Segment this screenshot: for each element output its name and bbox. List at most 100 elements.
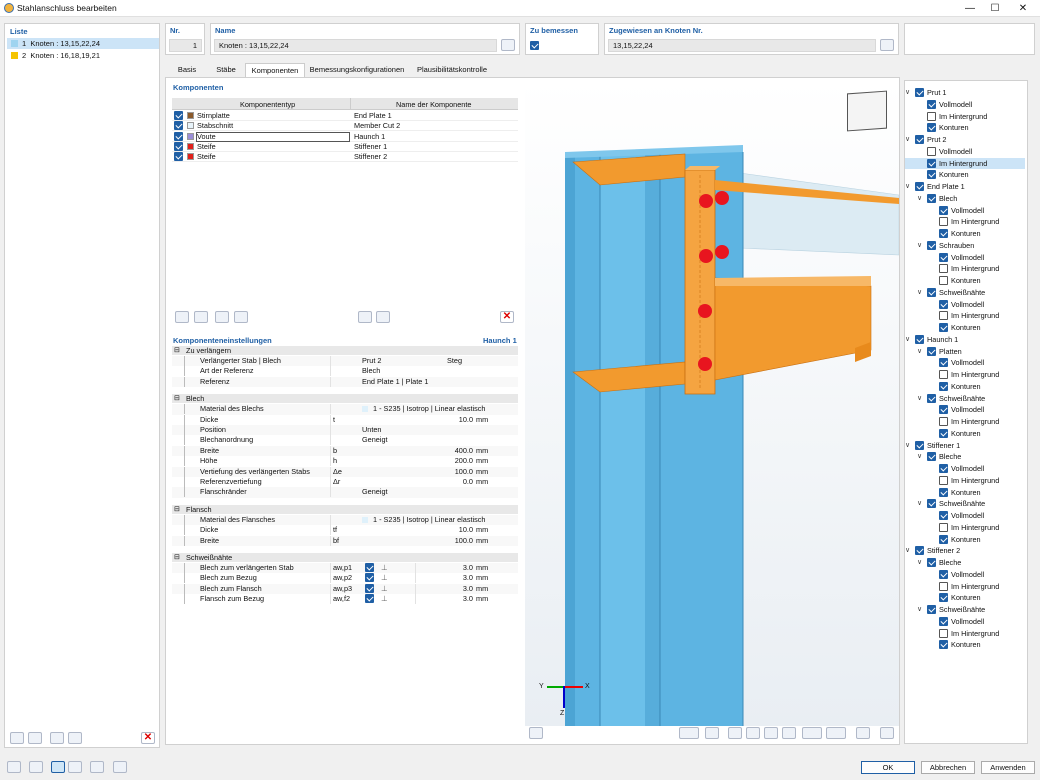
tree-checkbox[interactable] [939,534,948,544]
design-checkbox[interactable] [530,41,539,50]
tree-checkbox[interactable] [939,323,948,332]
weld-checkbox[interactable] [365,594,374,604]
tree-item[interactable]: ∨ Schweißnähte [905,287,1025,298]
tree-checkbox[interactable] [927,499,936,509]
setting-value[interactable]: Geneigt [362,487,388,497]
uncheck-all-button[interactable] [68,732,82,744]
tree-item[interactable]: ∨ Schweißnähte [905,604,1025,615]
settings-row[interactable]: Blech zum Flansch aw,p3 ⊥ 3.0 mm [172,583,518,595]
setting-numeric-value[interactable]: 200.0 [455,456,473,466]
tab-staebe[interactable]: Stäbe [207,63,245,77]
weld-checkbox[interactable] [365,563,374,572]
tree-checkbox[interactable] [939,381,948,391]
render-button[interactable] [705,727,719,739]
tree-item[interactable]: Konturen [905,322,1025,333]
weld-type-icon[interactable]: ⊥ [381,584,387,594]
component-checkbox[interactable] [174,141,183,151]
component-row[interactable]: Voute Haunch 1 [172,131,518,142]
settings-row[interactable]: Referenz End Plate 1 | Plate 1 [172,376,518,388]
tree-checkbox[interactable] [927,452,936,462]
tree-item[interactable]: Konturen [905,487,1025,498]
tree-checkbox[interactable] [939,252,948,262]
settings-group-header[interactable]: Flansch [172,504,518,514]
setting-value[interactable]: 1 - S235 | Isotrop | Linear elastisch [373,515,486,525]
tree-item[interactable]: Vollmodell [905,357,1025,368]
tree-item[interactable]: Vollmodell [905,510,1025,521]
tree-item[interactable]: ∨ Schweißnähte [905,393,1025,404]
new-item-button[interactable] [10,732,24,744]
setting-numeric-value[interactable]: 10.0 [459,525,473,535]
apply-button[interactable]: Anwenden [981,761,1035,774]
tree-item[interactable]: Konturen [905,228,1025,239]
tree-checkbox[interactable] [939,405,948,415]
component-checkbox[interactable] [174,111,183,120]
expand-chevron-icon[interactable]: ∨ [917,240,922,252]
tree-item[interactable]: ∨ Prut 2 [905,134,1025,145]
tree-item[interactable]: ∨ Stiffener 2 [905,545,1025,556]
settings-group-header[interactable]: Schweißnähte [172,553,518,562]
color-button[interactable] [51,761,65,773]
tree-checkbox[interactable] [939,511,948,520]
tree-checkbox[interactable] [927,558,936,567]
reset-view-button[interactable] [856,727,870,739]
tree-item[interactable]: Konturen [905,169,1025,180]
tree-checkbox[interactable] [927,146,936,156]
tree-checkbox[interactable] [939,417,948,426]
section-button[interactable] [826,727,846,739]
setting-value[interactable]: Blech [362,366,380,376]
setting-numeric-value[interactable]: 0.0 [463,477,473,487]
maximize-button[interactable]: ☐ [980,0,1010,17]
tree-item[interactable]: Im Hintergrund [905,216,1025,227]
assigned-field[interactable]: 13,15,22,24 [608,39,876,52]
tree-checkbox[interactable] [927,287,936,297]
tree-item[interactable]: ∨ Schweißnähte [905,498,1025,509]
view-cube[interactable] [847,90,887,132]
expand-chevron-icon[interactable]: ∨ [917,604,922,616]
tree-item[interactable]: Vollmodell [905,404,1025,415]
weld-type-icon[interactable]: ⊥ [381,594,387,604]
pick-nodes-button[interactable] [880,39,894,51]
weld-type-icon[interactable]: ⊥ [381,573,387,583]
delete-component-button[interactable]: ✕ [500,311,514,323]
view-settings-button[interactable] [529,727,543,739]
tree-checkbox[interactable] [939,569,948,579]
check-all-button[interactable] [50,732,64,744]
expand-chevron-icon[interactable]: ∨ [917,451,922,463]
tree-checkbox[interactable] [927,240,936,250]
settings-row[interactable]: Vertiefung des verlängerten Stabs Δe 100.0… [172,466,518,477]
search-tool-button[interactable] [7,761,21,773]
tree-checkbox[interactable] [939,299,948,309]
expand-chevron-icon[interactable]: ∨ [917,193,922,205]
setting-numeric-value[interactable]: 100.0 [455,536,473,546]
tree-item[interactable]: Im Hintergrund [905,475,1025,486]
tree-checkbox[interactable] [915,182,924,191]
settings-row[interactable]: Referenzvertiefung Δr 0.0 mm [172,477,518,488]
tree-checkbox[interactable] [939,264,948,274]
copy-item-button[interactable] [28,732,42,744]
tree-item[interactable]: Konturen [905,592,1025,603]
library-button[interactable] [358,311,372,323]
settings-row[interactable]: Dicke tf 10.0 mm [172,525,518,536]
view-x-button[interactable] [728,727,742,739]
tree-checkbox[interactable] [927,605,936,614]
settings-row[interactable]: Art der Referenz Blech [172,366,518,377]
tree-item[interactable]: Im Hintergrund [905,111,1025,122]
component-row[interactable]: Steife Stiffener 1 [172,141,518,152]
settings-row[interactable]: Breite b 400.0 mm [172,445,518,457]
tree-item[interactable]: ∨ Schrauben [905,240,1025,251]
tree-checkbox[interactable] [927,158,936,168]
tree-checkbox[interactable] [939,217,948,227]
settings-row[interactable]: Breite bf 100.0 mm [172,535,518,546]
expand-chevron-icon[interactable]: ∨ [905,87,910,99]
view-z-button[interactable] [764,727,778,739]
tree-checkbox[interactable] [915,440,924,450]
viewport-3d[interactable]: X Y Z [525,80,899,726]
tree-checkbox[interactable] [939,640,948,650]
expand-chevron-icon[interactable]: ∨ [905,440,910,452]
nr-field[interactable]: 1 [169,39,202,52]
setting-numeric-value[interactable]: 10.0 [459,415,473,425]
tree-checkbox[interactable] [927,111,936,121]
tab-komponenten[interactable]: Komponenten [245,63,305,77]
setting-value[interactable]: End Plate 1 | Plate 1 [362,377,428,387]
tree-item[interactable]: Im Hintergrund [905,522,1025,533]
